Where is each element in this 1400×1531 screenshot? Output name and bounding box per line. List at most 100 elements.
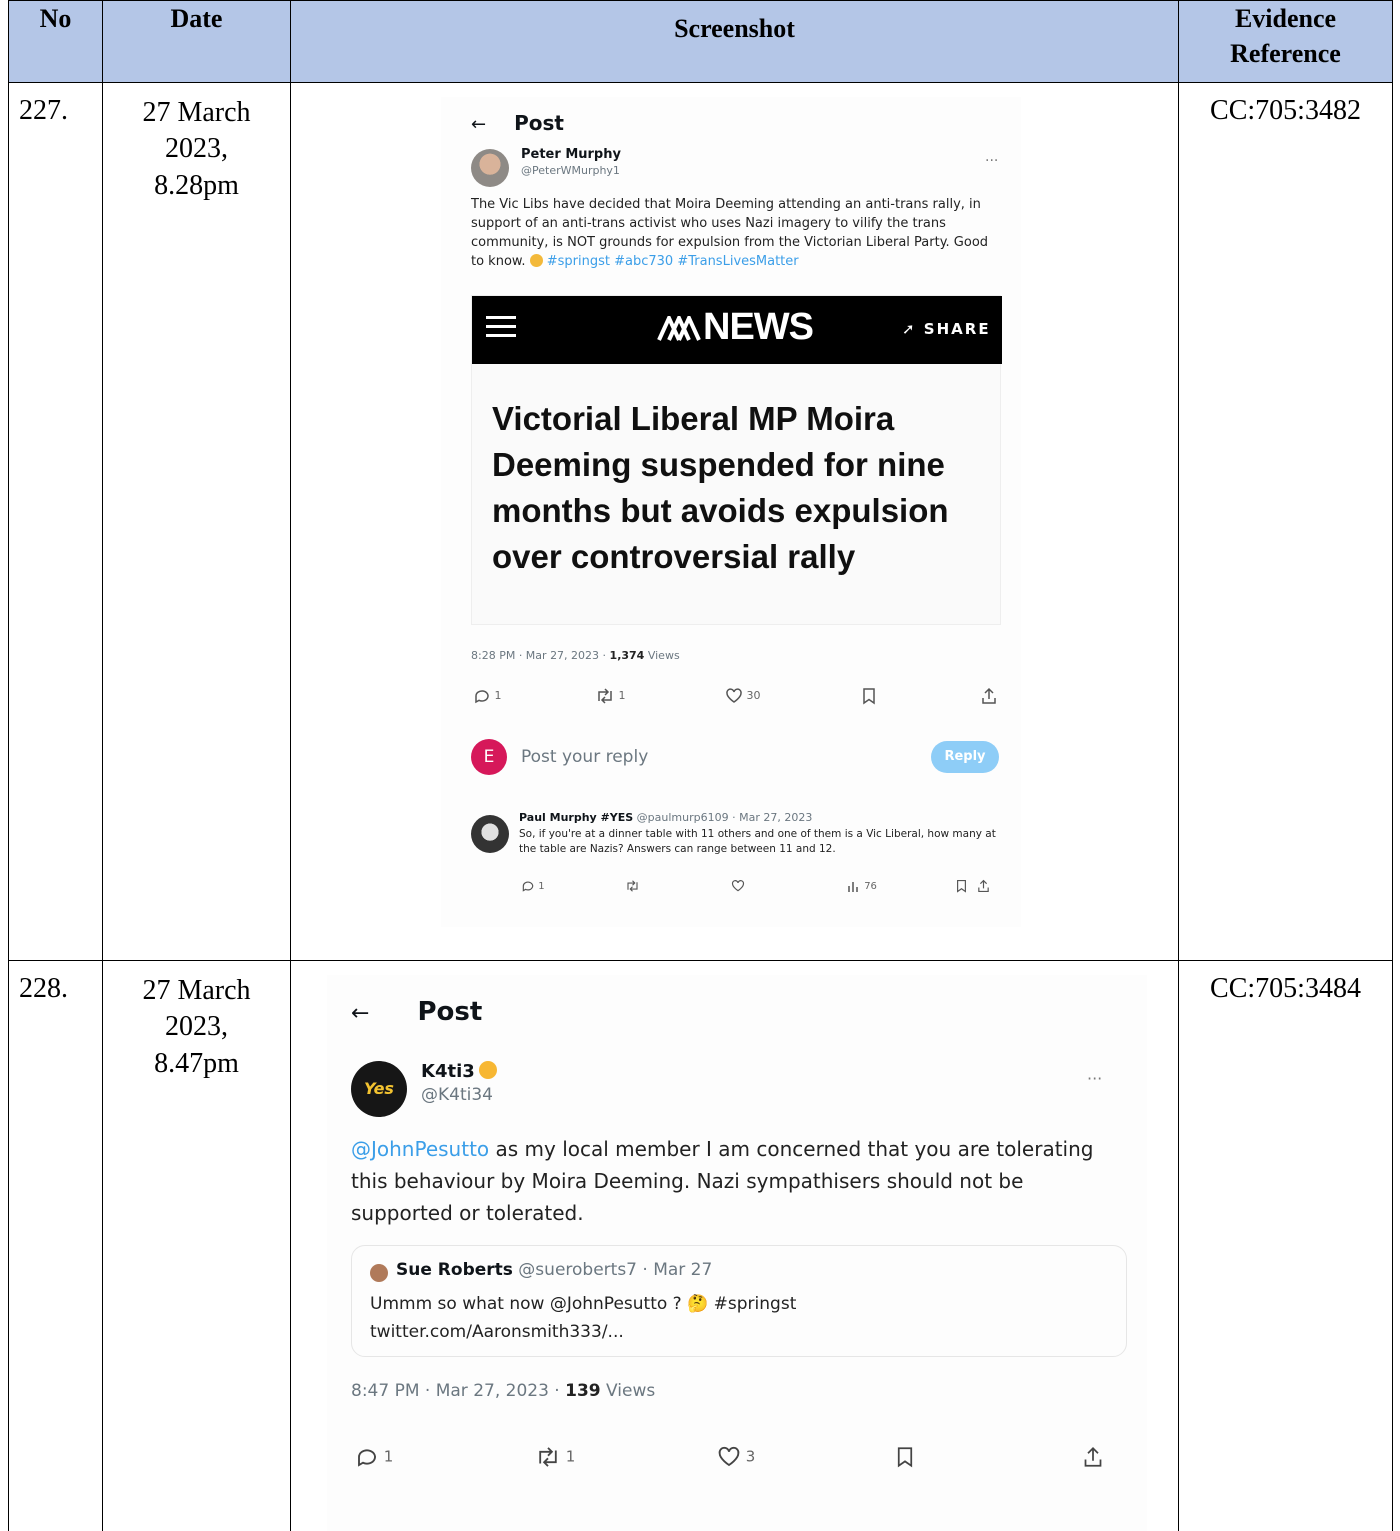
author-name: Peter Murphy bbox=[521, 147, 621, 162]
abc-logo-icon bbox=[657, 315, 701, 341]
date-line: 2023, bbox=[165, 133, 228, 165]
link-card: NEWS ➚ SHARE Victorial Liberal MP Moira … bbox=[471, 295, 1002, 625]
reply-icon bbox=[522, 881, 534, 892]
evidence-reference: CC:705:3484 bbox=[1178, 960, 1393, 1531]
tweet-actions: 1 1 30 bbox=[473, 687, 1003, 711]
header-evidence-reference: Evidence Reference bbox=[1178, 0, 1393, 83]
views-label: Views bbox=[600, 1381, 656, 1401]
like-action: 30 bbox=[725, 687, 761, 705]
tweet-screenshot: ← Post Peter Murphy @PeterWMurphy1 ··· Th… bbox=[441, 97, 1021, 927]
reply-icon bbox=[358, 1449, 376, 1467]
author-name: K4ti3 bbox=[421, 1061, 475, 1082]
heart-icon bbox=[718, 1446, 740, 1467]
reply-icon bbox=[475, 690, 489, 704]
tweet-text: The Vic Libs have decided that Moira Dee… bbox=[471, 195, 1001, 271]
post-topbar: ← Post bbox=[351, 997, 482, 1027]
quote-author-name: Sue Roberts bbox=[396, 1260, 513, 1280]
like-action: 3 bbox=[717, 1445, 755, 1469]
back-arrow-icon: ← bbox=[351, 1001, 370, 1026]
reply-views-action: 76 bbox=[847, 879, 877, 893]
reply-share-action bbox=[977, 879, 990, 893]
more-options-icon: ··· bbox=[1087, 1069, 1103, 1088]
reply-reply-action: 1 bbox=[521, 879, 545, 893]
reply-like-action bbox=[731, 879, 745, 893]
news-header-bar: NEWS ➚ SHARE bbox=[472, 296, 1002, 364]
tweet-actions: 1 1 3 bbox=[355, 1445, 1125, 1475]
reply-retweet-action bbox=[625, 879, 640, 893]
post-topbar: ← Post bbox=[471, 111, 564, 135]
table-row: 228. 27 March 2023, 8.47pm ← Post Yes K4t… bbox=[8, 960, 1393, 1531]
reply-text: So, if you're at a dinner table with 11 … bbox=[519, 828, 996, 855]
share-action bbox=[1083, 1445, 1103, 1469]
views-label: Views bbox=[644, 649, 680, 662]
reply-author-name: Paul Murphy #YES bbox=[519, 811, 634, 824]
reply-count: 1 bbox=[494, 689, 502, 702]
retweet-icon bbox=[539, 1447, 557, 1467]
reply-avatar: E bbox=[471, 739, 507, 775]
share-icon bbox=[982, 687, 996, 704]
table-row: 227. 27 March 2023, 8.28pm ← Post Peter M… bbox=[8, 82, 1393, 961]
evidence-reference: CC:705:3482 bbox=[1178, 82, 1393, 961]
quote-avatar bbox=[370, 1264, 388, 1282]
tweet-meta: 8:47 PM · Mar 27, 2023 · 139 Views bbox=[351, 1381, 655, 1401]
row-date: 27 March 2023, 8.47pm bbox=[102, 960, 291, 1531]
author-name-line: K4ti3 bbox=[421, 1061, 497, 1082]
retweet-action: 1 bbox=[595, 687, 626, 705]
like-count: 30 bbox=[746, 689, 761, 702]
news-logo: NEWS bbox=[657, 306, 814, 349]
topbar-title: Post bbox=[514, 111, 564, 135]
retweet-action: 1 bbox=[535, 1445, 575, 1469]
date-line: 27 March bbox=[142, 97, 251, 128]
tweet-mention: @JohnPesutto bbox=[351, 1137, 490, 1161]
reply-author-avatar bbox=[471, 815, 509, 853]
reply-handle-date: @paulmurp6109 · Mar 27, 2023 bbox=[636, 811, 813, 824]
reply-action: 1 bbox=[355, 1445, 393, 1469]
screenshot-cell: ← Post Yes K4ti3 @K4ti34 ··· @JohnPesutto… bbox=[290, 960, 1179, 1531]
date-line: 8.28pm bbox=[154, 169, 239, 201]
reply-reply-count: 1 bbox=[538, 881, 545, 892]
more-options-icon: ··· bbox=[985, 153, 999, 169]
retweet-icon bbox=[598, 688, 612, 704]
tweet-screenshot: ← Post Yes K4ti3 @K4ti34 ··· @JohnPesutto… bbox=[327, 975, 1147, 1531]
share-icon bbox=[1084, 1447, 1102, 1467]
author-avatar: Yes bbox=[351, 1061, 407, 1117]
view-count: 1,374 bbox=[609, 649, 645, 662]
bookmark-action bbox=[895, 1445, 915, 1469]
news-logo-text: NEWS bbox=[703, 306, 814, 348]
topbar-title: Post bbox=[417, 997, 483, 1027]
tweet-text: @JohnPesutto as my local member I am con… bbox=[351, 1133, 1111, 1229]
reply-bookmark-action bbox=[955, 879, 968, 893]
reply-header: Paul Murphy #YES @paulmurp6109 · Mar 27,… bbox=[519, 811, 812, 824]
evidence-table: No Date Screenshot Evidence Reference 22… bbox=[8, 0, 1393, 1531]
header-screenshot: Screenshot bbox=[290, 0, 1179, 83]
bookmark-icon bbox=[957, 879, 966, 893]
quote-line: twitter.com/Aaronsmith333/... bbox=[370, 1322, 624, 1342]
view-count: 139 bbox=[565, 1381, 601, 1401]
row-number: 228. bbox=[8, 960, 103, 1531]
author-avatar bbox=[471, 149, 509, 187]
retweet-count: 1 bbox=[618, 689, 626, 702]
date-line: 8.47pm bbox=[154, 1047, 239, 1079]
quote-text: Ummm so what now @JohnPesutto ? 🤔 #sprin… bbox=[370, 1290, 1110, 1346]
quoted-tweet: Sue Roberts @sueroberts7 · Mar 27 Ummm s… bbox=[351, 1245, 1127, 1357]
header-date: Date bbox=[102, 0, 291, 83]
header-no: No bbox=[8, 0, 103, 83]
header-row: No Date Screenshot Evidence Reference bbox=[8, 0, 1393, 83]
tweet-hashtags: #springst #abc730 #TransLivesMatter bbox=[546, 254, 799, 269]
row-number: 227. bbox=[8, 82, 103, 961]
share-label: ➚ SHARE bbox=[902, 320, 991, 338]
bookmark-action bbox=[861, 687, 877, 705]
like-count: 3 bbox=[745, 1447, 756, 1466]
bookmark-icon bbox=[897, 1447, 913, 1468]
reply-count: 1 bbox=[383, 1447, 394, 1466]
screenshot-cell: ← Post Peter Murphy @PeterWMurphy1 ··· Th… bbox=[290, 82, 1179, 961]
author-handle: @K4ti34 bbox=[421, 1085, 493, 1105]
retweet-icon bbox=[627, 880, 638, 892]
quote-header: Sue Roberts @sueroberts7 · Mar 27 bbox=[396, 1260, 712, 1280]
reply-button: Reply bbox=[931, 741, 999, 773]
share-action bbox=[981, 687, 997, 705]
views-icon bbox=[848, 882, 858, 892]
author-handle: @PeterWMurphy1 bbox=[521, 164, 620, 177]
reply-views-count: 76 bbox=[864, 881, 877, 892]
reply-actions: 1 76 bbox=[521, 879, 1001, 899]
